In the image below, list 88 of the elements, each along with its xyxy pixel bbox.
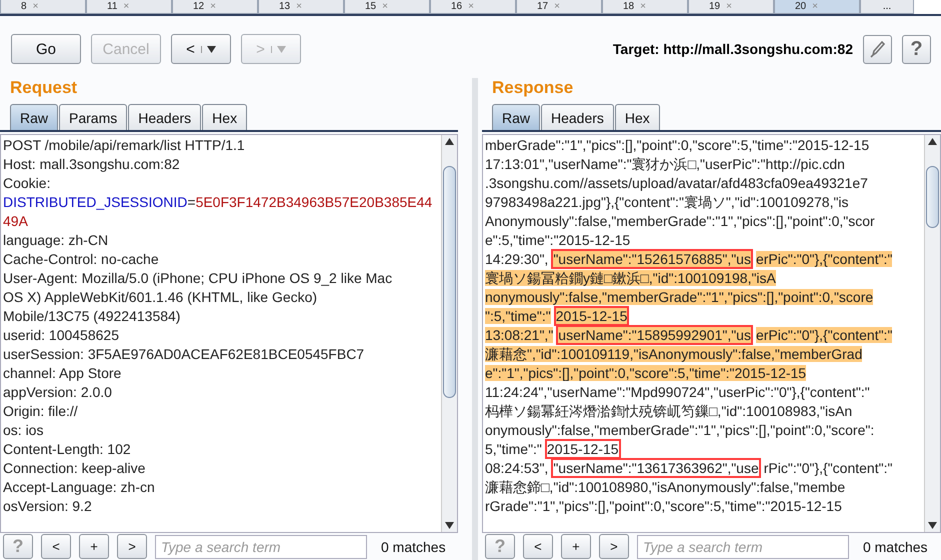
text-line: OS X) AppleWebKit/601.1.46 (KHTML, like Gecko) — [3, 289, 318, 305]
text-line: Connection: keep-alive — [3, 460, 146, 476]
target-label: Target: http://mall.3songshu.com:82 — [612, 41, 853, 57]
pane-title: Response — [492, 78, 574, 98]
text-line: userid: 100458625 — [3, 327, 119, 343]
text-line: .3songshu.com//assets/upload/avatar/afd483cfa09ea49321e7 — [484, 175, 868, 191]
previous-button[interactable]: < — [41, 534, 71, 559]
search-field[interactable]: Type a search term — [155, 534, 367, 558]
text-line: Cache-Control: no-cache — [3, 251, 159, 267]
view-tab[interactable]: Raw — [10, 104, 58, 130]
text-line: = — [187, 194, 196, 210]
text-line: 17:13:01","userName":"寰犲か浜□,"userPic":"http://pic.cdn — [484, 156, 845, 172]
boxed-text: userName":"15895992901","us — [556, 325, 753, 345]
text-line: userSession: 3F5AE976AD0ACEAF62E81BCE0545FBC7 — [3, 346, 364, 362]
add-button[interactable]: + — [560, 534, 591, 559]
search-field[interactable]: Type a search term — [636, 534, 849, 558]
text-line: 5E0F3F1472B34963B57E20B385E44 — [196, 194, 432, 210]
request-tab[interactable]: 16 × — [430, 0, 516, 14]
text-line: POST /mobile/api/remark/list HTTP/1.1 — [3, 137, 245, 153]
match-count: 0 matches — [381, 538, 446, 554]
scrollbar[interactable] — [924, 135, 940, 532]
text-line: 97983498a221.jpg"},{"content":"寰堝ソ","id":100109278,"is — [484, 194, 849, 210]
text-line: 濂藉悆鍗□,"id":100108980,"isAnonymously":false,"membe — [484, 479, 846, 495]
scroll-down-icon[interactable] — [445, 522, 454, 529]
text-line: onymously":false,"memberGrade":"1","pics":[],"point":0,"score": — [484, 422, 874, 438]
text-line: 5,"time":" — [484, 441, 542, 457]
text-line: Origin: file:// — [3, 403, 78, 419]
text-line: User-Agent: Mozilla/5.0 (iPhone; CPU iPhone OS 9_2 like Mac — [3, 270, 392, 286]
text-line: Host: mall.3songshu.com:82 — [3, 156, 180, 172]
scrollbar-thumb[interactable] — [443, 166, 456, 398]
request-tab[interactable]: 11 × — [86, 0, 172, 14]
text-line: Anonymously":false,"memberGrade":"1","pics":[],"point":0,"scor — [484, 213, 875, 229]
boxed-text: 2015-12-15 — [554, 306, 630, 326]
text-line: DISTRIBUTED_JSESSIONID — [3, 194, 188, 210]
text-line: 14:29:30", — [484, 251, 548, 267]
request-tab[interactable]: 18 × — [602, 0, 688, 14]
back-button[interactable]: < — [171, 34, 231, 64]
text-line: 49A — [3, 213, 28, 229]
request-tab[interactable]: 19 × — [688, 0, 774, 14]
match-count: 0 matches — [862, 538, 928, 554]
text-line: 08:24:53", — [484, 460, 548, 476]
boxed-text: 2015-12-15 — [544, 439, 621, 459]
view-tab[interactable]: Headers — [128, 104, 202, 130]
scroll-down-icon[interactable] — [928, 522, 937, 529]
text-line: 11:24:24","userName":"Mpd990724","userPic":"0"},{"content":" — [484, 384, 870, 400]
text-line: e":5,"time":"2015-12-15 — [484, 232, 630, 248]
request-tab[interactable]: 8 × — [0, 0, 86, 14]
view-tab[interactable]: Hex — [202, 104, 248, 130]
pane-title: Request — [10, 78, 78, 98]
boxed-text: "userName":"15261576885","us — [551, 249, 753, 269]
go-button[interactable]: Go — [11, 34, 81, 64]
text-line: appVersion: 2.0.0 — [3, 384, 112, 400]
text-line: 杩樺ソ鍚冪紝涔熸湁鍧忕殑锛屼笉鏁□,"id":100108983,"isAn — [484, 403, 852, 419]
request-tab[interactable]: 12 × — [172, 0, 258, 14]
request-tab[interactable]: 15 × — [344, 0, 430, 14]
caret-icon — [206, 46, 216, 52]
caret-icon — [276, 46, 286, 52]
text-line: rPic":"0"},{"content":" — [764, 460, 892, 476]
scroll-up-icon[interactable] — [445, 138, 454, 145]
boxed-text: "userName":"13617363962","use — [551, 458, 761, 478]
pencil-icon — [870, 40, 886, 58]
view-tab[interactable]: Hex — [614, 104, 660, 130]
text-line: language: zh-CN — [3, 232, 108, 248]
help-button[interactable]: ? — [902, 34, 931, 64]
scrollbar[interactable] — [441, 135, 457, 532]
text-line: Content-Length: 102 — [3, 441, 131, 457]
text-line: Cookie: — [3, 175, 50, 191]
scrollbar-thumb[interactable] — [926, 166, 939, 228]
text-line: Mobile/13C75 (4922413584) — [3, 308, 180, 324]
edit-button[interactable] — [863, 34, 892, 64]
text-line: osVersion: 9.2 — [3, 498, 92, 514]
more-tabs[interactable]: ... — [860, 0, 914, 14]
text-line: channel: App Store — [3, 365, 122, 381]
text-line: rGrade":"1","pics":[],"point":0,"score":5,"time":"2015-12-15 — [484, 498, 842, 514]
view-tab[interactable]: Raw — [492, 104, 540, 130]
next-button[interactable]: > — [598, 534, 629, 559]
previous-button[interactable]: < — [522, 534, 553, 559]
view-tab[interactable]: Params — [59, 104, 128, 130]
text-line: os: ios — [3, 422, 44, 438]
request-tab[interactable]: 13 × — [258, 0, 344, 14]
text-line: Accept-Language: zh-cn — [3, 479, 155, 495]
next-button[interactable]: > — [117, 534, 147, 559]
request-tab[interactable]: 17 × — [516, 0, 602, 14]
add-button[interactable]: + — [79, 534, 109, 559]
scroll-up-icon[interactable] — [928, 138, 937, 145]
request-tab[interactable]: 20 × — [774, 0, 860, 14]
text-line: mberGrade":"1","pics":[],"point":0,"score":5,"time":"2015-12-15 — [484, 137, 870, 153]
view-tab[interactable]: Headers — [540, 104, 614, 130]
